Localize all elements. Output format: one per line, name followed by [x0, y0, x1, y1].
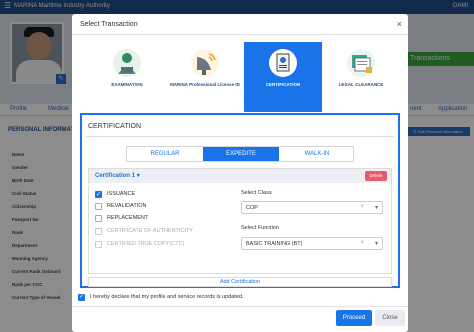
- option-certified-true-copy: CERTIFIED TRUE COPY(CTC): [95, 240, 225, 250]
- declaration-checkbox-row[interactable]: ✓ I hereby declare that my profile and s…: [78, 293, 378, 303]
- clear-icon[interactable]: ×: [360, 204, 364, 210]
- certification-name-label: Certification 1: [95, 173, 136, 179]
- transaction-type-list: EXAMINATION MARINA Professional License …: [88, 42, 400, 112]
- select-class-dropdown[interactable]: COP × ▾: [241, 201, 383, 214]
- transaction-professional-license[interactable]: MARINA Professional License ID: [166, 42, 244, 112]
- transaction-label: MARINA Professional License ID: [170, 82, 240, 87]
- select-class-label: Select Class: [241, 190, 272, 196]
- option-label: ISSUANCE: [107, 191, 136, 197]
- certificate-icon: [269, 49, 297, 77]
- chevron-down-icon: ▾: [136, 173, 140, 179]
- close-button[interactable]: Close: [375, 310, 405, 326]
- declaration-text: I hereby declare that my profile and ser…: [90, 294, 244, 300]
- divider: [72, 34, 408, 35]
- delete-button[interactable]: Delete: [365, 171, 387, 181]
- certification-name[interactable]: Certification 1 ▾: [95, 172, 140, 179]
- option-issuance[interactable]: ✓ ISSUANCE: [95, 190, 225, 200]
- checkbox-disabled: [95, 241, 102, 248]
- divider: [72, 306, 408, 307]
- transaction-legal-clearance[interactable]: LEGAL CLEARANCE: [322, 42, 400, 112]
- checkbox[interactable]: [95, 203, 102, 210]
- option-certificate-of-authenticity: CERTIFICATE OF AUTHENTICITY: [95, 227, 225, 237]
- checkbox-checked[interactable]: ✓: [95, 191, 102, 198]
- option-label: CERTIFICATE OF AUTHENTICITY: [107, 228, 193, 234]
- transaction-label: EXAMINATION: [111, 82, 143, 87]
- clear-icon[interactable]: ×: [360, 240, 364, 246]
- option-replacement[interactable]: REPLACEMENT: [95, 214, 225, 224]
- select-function-label: Select Function: [241, 225, 279, 231]
- select-class-value: COP: [246, 205, 258, 211]
- certification-panel: CERTIFICATION REGULAR EXPEDITE WALK-IN C…: [80, 113, 400, 288]
- tab-walk-in[interactable]: WALK-IN: [279, 147, 355, 161]
- person-with-laptop-icon: [113, 49, 141, 77]
- option-label: REVALIDATION: [107, 203, 147, 209]
- documents-icon: [347, 49, 375, 77]
- panel-title: CERTIFICATION: [88, 123, 142, 130]
- transaction-certification[interactable]: CERTIFICATION: [244, 42, 322, 112]
- transaction-label: CERTIFICATION: [265, 82, 301, 87]
- select-transaction-modal: Select Transaction × EXAMINATION MARINA …: [72, 14, 408, 332]
- proceed-button[interactable]: Proceed: [336, 310, 372, 326]
- chevron-down-icon[interactable]: ▾: [375, 240, 378, 247]
- checkbox-disabled: [95, 228, 102, 235]
- modal-title: Select Transaction: [80, 21, 138, 28]
- add-certification-button[interactable]: Add Certification: [88, 277, 392, 287]
- option-revalidation[interactable]: REVALIDATION: [95, 202, 225, 212]
- option-label: REPLACEMENT: [107, 215, 149, 221]
- transaction-examination[interactable]: EXAMINATION: [88, 42, 166, 112]
- tab-expedite[interactable]: EXPEDITE: [203, 147, 279, 161]
- processing-mode-tabs: REGULAR EXPEDITE WALK-IN: [126, 146, 354, 162]
- chevron-down-icon[interactable]: ▾: [375, 204, 378, 211]
- checkbox[interactable]: [95, 215, 102, 222]
- satellite-dish-icon: [191, 49, 219, 77]
- select-function-value: BASIC TRAINING (BT): [246, 241, 303, 247]
- tab-regular[interactable]: REGULAR: [127, 147, 203, 161]
- transaction-label: LEGAL CLEARANCE: [338, 82, 384, 87]
- close-icon[interactable]: ×: [397, 19, 402, 29]
- select-function-dropdown[interactable]: BASIC TRAINING (BT) × ▾: [241, 237, 383, 250]
- divider: [86, 136, 394, 137]
- option-label: CERTIFIED TRUE COPY(CTC): [107, 241, 185, 247]
- checkbox-checked[interactable]: ✓: [78, 294, 85, 301]
- certification-item: Certification 1 ▾ Delete ✓ ISSUANCE REVA…: [88, 168, 392, 274]
- certification-header: Certification 1 ▾ Delete: [89, 169, 391, 183]
